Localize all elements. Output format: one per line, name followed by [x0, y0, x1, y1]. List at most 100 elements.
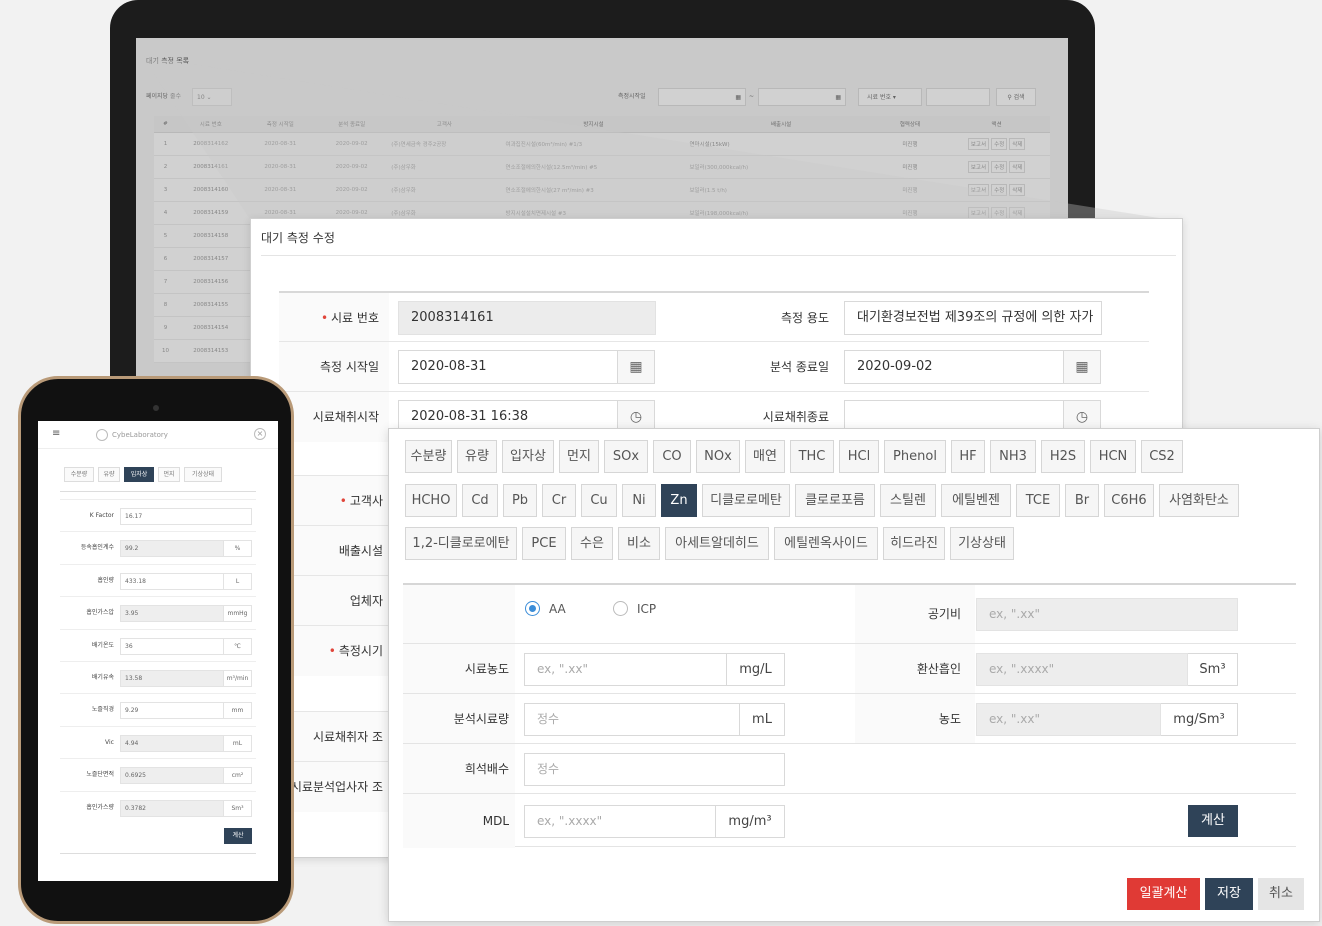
- purpose-field[interactable]: 대기환경보전법 제39조의 규정에 의한 자가: [844, 301, 1102, 335]
- tab-ni[interactable]: Ni: [622, 484, 656, 517]
- tab-매연[interactable]: 매연: [745, 440, 785, 473]
- tab-hcn[interactable]: HCN: [1090, 440, 1136, 473]
- tab-cs2[interactable]: CS2: [1141, 440, 1183, 473]
- tab-수은[interactable]: 수은: [571, 527, 613, 560]
- tab-hcho[interactable]: HCHO: [405, 484, 457, 517]
- tab-hf[interactable]: HF: [951, 440, 985, 473]
- edit-button[interactable]: 수정: [991, 206, 1008, 219]
- tab-co[interactable]: CO: [653, 440, 691, 473]
- search-input[interactable]: [926, 88, 990, 106]
- tab-phenol[interactable]: Phenol: [884, 440, 946, 473]
- tab-사염화탄소[interactable]: 사염화탄소: [1159, 484, 1239, 517]
- phone-field-input[interactable]: 0.3782: [120, 799, 224, 817]
- report-button[interactable]: 보고서: [967, 206, 990, 219]
- tab-thc[interactable]: THC: [790, 440, 834, 473]
- tab-pce[interactable]: PCE: [522, 527, 566, 560]
- tab-tce[interactable]: TCE: [1016, 484, 1060, 517]
- tab-유량[interactable]: 유량: [457, 440, 497, 473]
- end-date-field[interactable]: 2020-09-02: [844, 350, 1064, 384]
- phone-calc-button[interactable]: 계산: [224, 828, 252, 844]
- report-button[interactable]: 보고서: [967, 137, 990, 150]
- start-date-field[interactable]: 2020-08-31: [398, 350, 618, 384]
- phone-field-input[interactable]: 9.29: [120, 702, 224, 720]
- delete-button[interactable]: 삭제: [1009, 206, 1026, 219]
- save-button[interactable]: 저장: [1205, 878, 1253, 910]
- tab-cd[interactable]: Cd: [462, 484, 498, 517]
- delete-button[interactable]: 삭제: [1009, 160, 1026, 173]
- dialog-title: 대기 측정 수정: [261, 231, 335, 245]
- tab-h2s[interactable]: H2S: [1041, 440, 1085, 473]
- tab-기상상태[interactable]: 기상상태: [950, 527, 1014, 560]
- phone-field-input[interactable]: 3.95: [120, 605, 224, 623]
- table-row[interactable]: 1 2008314162 2020-08-31 2020-09-02 (주)연세금속 경…: [154, 132, 1050, 156]
- radio-aa[interactable]: [525, 601, 540, 616]
- phone-field-input[interactable]: 4.94: [120, 734, 224, 752]
- delete-button[interactable]: 삭제: [1009, 137, 1026, 150]
- phone-field-input[interactable]: 433.18: [120, 572, 224, 590]
- phone-field-input[interactable]: 99.2: [120, 540, 224, 558]
- dilution-input[interactable]: 정수: [524, 753, 785, 786]
- blank-input[interactable]: ex, ".xx": [976, 598, 1238, 631]
- phone-field-input[interactable]: 13.58: [120, 670, 224, 687]
- radio-icp-label: ICP: [637, 602, 657, 616]
- tab-nh3[interactable]: NH3: [990, 440, 1036, 473]
- analysis-amount-input[interactable]: 정수: [524, 703, 740, 736]
- table-row[interactable]: 2 2008314161 2020-08-31 2020-09-02 (주)삼우화 연소조…: [154, 155, 1050, 179]
- tab-스틸렌[interactable]: 스틸렌: [880, 484, 936, 517]
- phone-tab-1[interactable]: 유량: [98, 467, 120, 482]
- sample-no-field[interactable]: 2008314161: [398, 301, 656, 335]
- tab-zn[interactable]: Zn: [661, 484, 697, 517]
- tab-수분량[interactable]: 수분량: [405, 440, 452, 473]
- end-date-input[interactable]: ▦: [758, 88, 846, 106]
- edit-button[interactable]: 수정: [991, 183, 1008, 196]
- tab-입자상[interactable]: 입자상: [502, 440, 554, 473]
- phone-tab-2[interactable]: 입자상: [124, 467, 154, 482]
- concentration-input[interactable]: ex, ".xx": [976, 703, 1161, 736]
- phone-field-input[interactable]: 16.17: [120, 508, 252, 525]
- tab-hcl[interactable]: HCl: [839, 440, 879, 473]
- tab-c6h6[interactable]: C6H6: [1104, 484, 1154, 517]
- mdl-input[interactable]: ex, ".xxxx": [524, 805, 716, 838]
- tab-sox[interactable]: SOx: [604, 440, 648, 473]
- start-date-input[interactable]: ▦: [658, 88, 746, 106]
- marketing-composite: 대기 측정 목록 페이지당 줄수 10 ⌄ 측정시작일 ▦ ~ ▦ 시료 번호 …: [0, 0, 1322, 926]
- close-icon[interactable]: ×: [254, 428, 266, 440]
- tab-에틸벤젠[interactable]: 에틸벤젠: [941, 484, 1011, 517]
- phone-field-input[interactable]: 0.6925: [120, 767, 224, 785]
- tab-히드라진[interactable]: 히드라진: [883, 527, 945, 560]
- edit-button[interactable]: 수정: [991, 160, 1008, 173]
- page-size-select[interactable]: 10 ⌄: [192, 88, 232, 106]
- calendar-icon[interactable]: ▦: [617, 350, 655, 384]
- tab-클로로포름[interactable]: 클로로포름: [795, 484, 875, 517]
- tab-nox[interactable]: NOx: [696, 440, 740, 473]
- tab-cr[interactable]: Cr: [542, 484, 576, 517]
- edit-button[interactable]: 수정: [991, 137, 1008, 150]
- cancel-button[interactable]: 취소: [1258, 878, 1304, 910]
- tab-비소[interactable]: 비소: [618, 527, 660, 560]
- tab-1,2-디클로로에탄[interactable]: 1,2-디클로로에탄: [405, 527, 517, 560]
- tab-cu[interactable]: Cu: [581, 484, 617, 517]
- radio-icp[interactable]: [613, 601, 628, 616]
- search-button[interactable]: ⚲ 검색: [996, 88, 1036, 106]
- batch-calc-button[interactable]: 일괄계산: [1127, 878, 1200, 910]
- phone-tab-0[interactable]: 수분량: [64, 467, 94, 482]
- search-field-select[interactable]: 시료 번호 ▾: [858, 88, 922, 106]
- phone-tab-4[interactable]: 기상상태: [184, 467, 222, 482]
- table-row[interactable]: 3 2008314160 2020-08-31 2020-09-02 (주)삼우화 연소조…: [154, 178, 1050, 202]
- tab-디클로로메탄[interactable]: 디클로로메탄: [702, 484, 790, 517]
- converted-input[interactable]: ex, ".xxxx": [976, 653, 1188, 686]
- menu-icon[interactable]: ≡: [52, 428, 60, 439]
- report-button[interactable]: 보고서: [967, 160, 990, 173]
- tab-br[interactable]: Br: [1065, 484, 1099, 517]
- calc-button[interactable]: 계산: [1188, 805, 1238, 837]
- tab-아세트알데히드[interactable]: 아세트알데히드: [665, 527, 769, 560]
- sample-conc-input[interactable]: ex, ".xx": [524, 653, 727, 686]
- calendar-icon[interactable]: ▦: [1063, 350, 1101, 384]
- tab-에틸렌옥사이드[interactable]: 에틸렌옥사이드: [774, 527, 878, 560]
- tab-pb[interactable]: Pb: [503, 484, 537, 517]
- phone-field-input[interactable]: 36: [120, 637, 224, 655]
- phone-tab-3[interactable]: 먼지: [158, 467, 180, 482]
- report-button[interactable]: 보고서: [967, 183, 990, 196]
- tab-먼지[interactable]: 먼지: [559, 440, 599, 473]
- delete-button[interactable]: 삭제: [1009, 183, 1026, 196]
